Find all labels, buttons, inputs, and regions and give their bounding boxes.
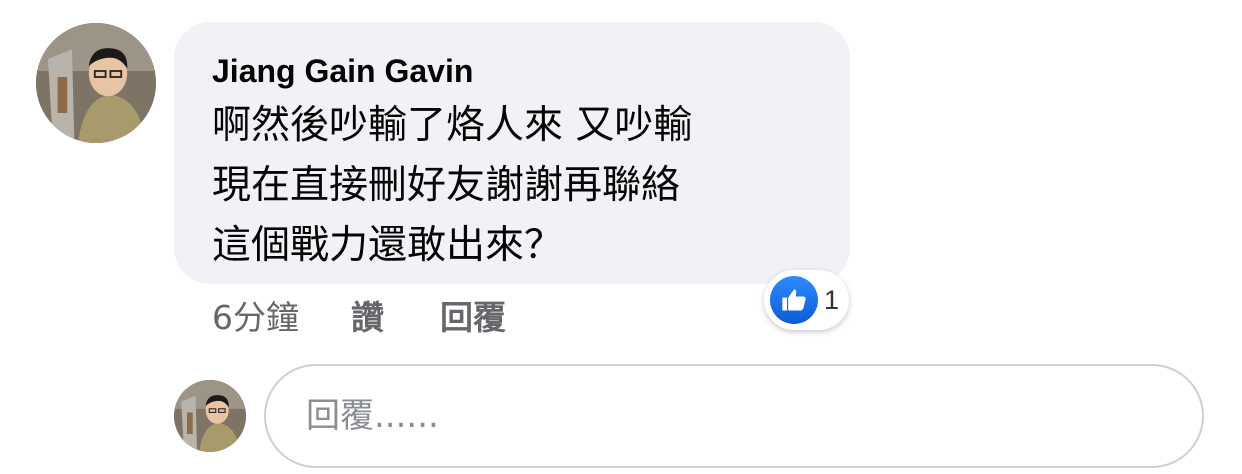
current-user-avatar xyxy=(174,380,246,452)
comment-bubble: Jiang Gain Gavin 啊然後吵輸了烙人來 又吵輸 現在直接刪好友謝謝… xyxy=(174,22,850,284)
reply-input[interactable] xyxy=(304,395,1202,437)
thumbs-up-icon xyxy=(770,276,818,324)
reply-box[interactable] xyxy=(264,364,1204,468)
comment-timestamp[interactable]: 6分鐘 xyxy=(212,291,299,339)
reaction-summary[interactable]: 1 xyxy=(764,270,850,330)
comment-actions: 6分鐘 讚 回覆 xyxy=(212,290,562,340)
commenter-avatar[interactable] xyxy=(36,23,156,143)
profile-photo xyxy=(174,380,246,452)
reaction-count: 1 xyxy=(824,284,840,315)
comment-text-line: 現在直接刪好友謝謝再聯絡 xyxy=(212,163,681,208)
comment-author[interactable]: Jiang Gain Gavin xyxy=(212,50,820,92)
like-button[interactable]: 讚 xyxy=(351,291,384,339)
reply-button[interactable]: 回覆 xyxy=(440,291,506,339)
comment-text-line: 啊然後吵輸了烙人來 又吵輸 xyxy=(212,103,693,148)
profile-photo xyxy=(36,23,156,143)
comment-text-line: 這個戰力還敢出來？ xyxy=(212,223,564,268)
